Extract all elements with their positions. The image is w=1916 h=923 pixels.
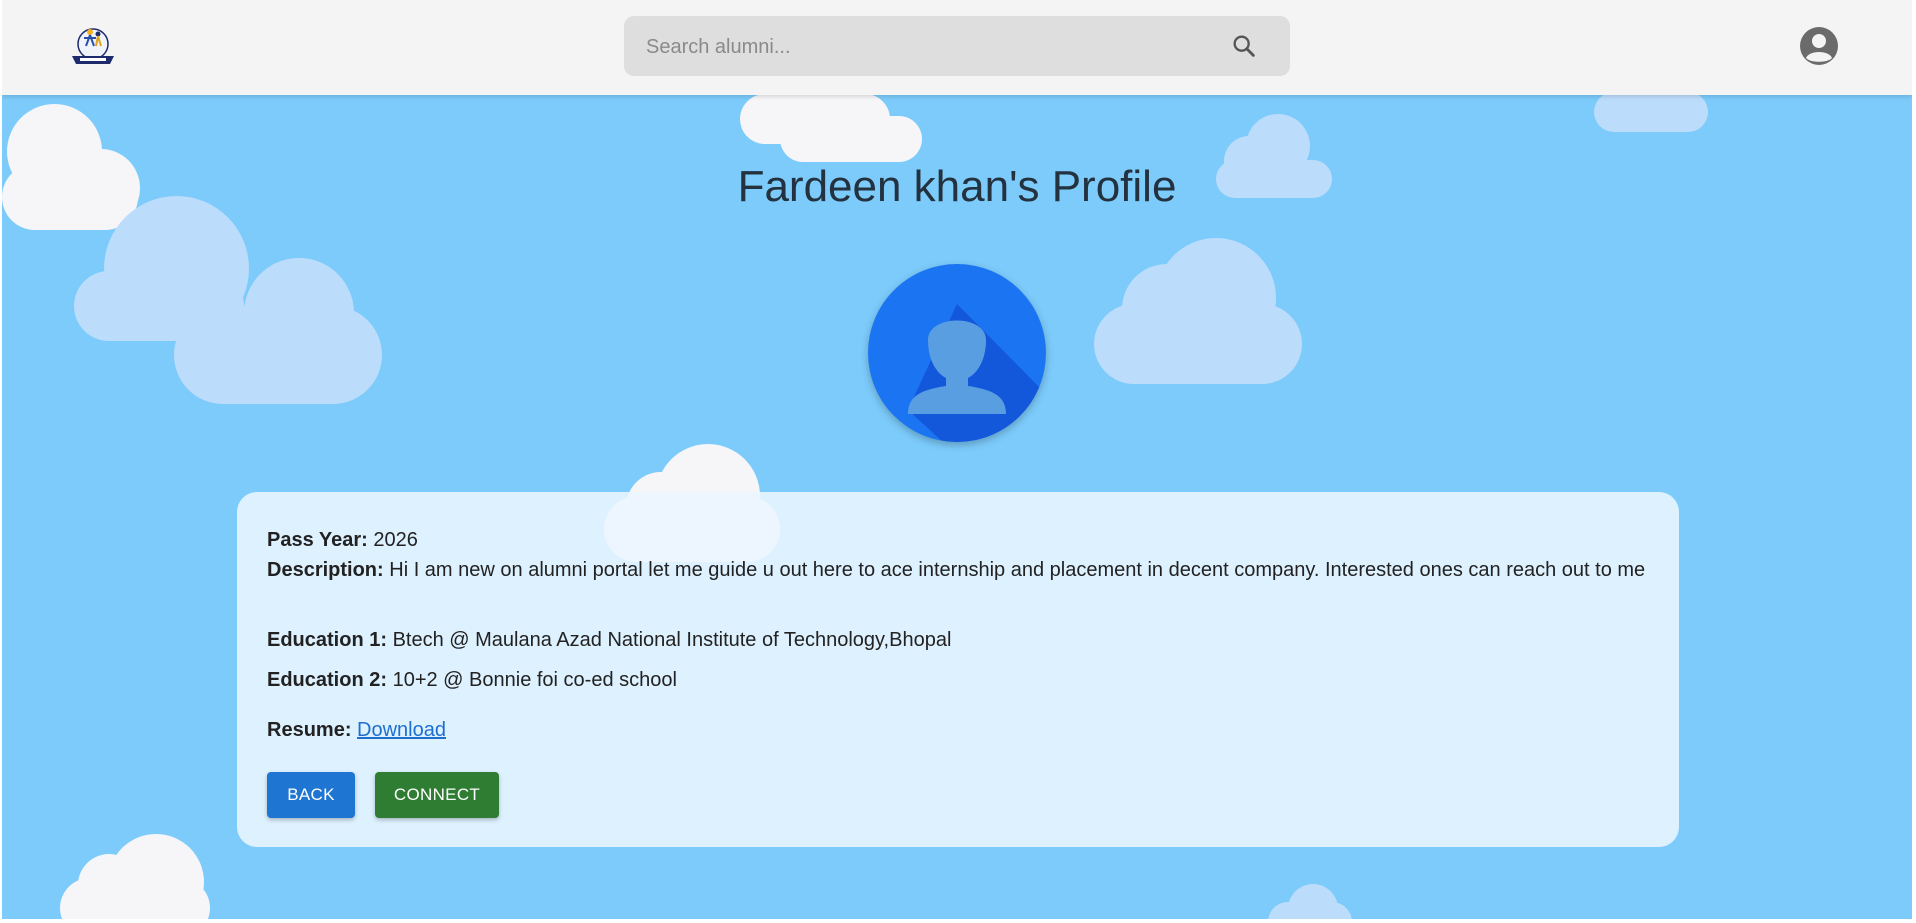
education-1-row: Education 1: Btech @ Maulana Azad Nation… xyxy=(267,625,1657,655)
education-2-label: Education 2: xyxy=(267,669,388,691)
description-row: Description: Hi I am new on alumni porta… xyxy=(267,555,1657,585)
avatar xyxy=(868,264,1046,442)
description-value: Hi I am new on alumni portal let me guid… xyxy=(389,559,1646,581)
cloud-decoration xyxy=(1268,884,1352,919)
connect-button[interactable]: CONNECT xyxy=(375,772,499,818)
account-circle-icon[interactable] xyxy=(1799,26,1839,66)
pass-year-row: Pass Year: 2026 xyxy=(267,525,1657,555)
cloud-decoration xyxy=(60,834,210,919)
search-icon[interactable] xyxy=(1230,32,1258,60)
resume-label: Resume: xyxy=(267,719,352,741)
cloud-decoration xyxy=(740,86,922,162)
resume-download-link[interactable]: Download xyxy=(357,719,446,741)
user-silhouette-icon xyxy=(868,264,1046,442)
education-1-value: Btech @ Maulana Azad National Institute … xyxy=(392,629,952,651)
pass-year-label: Pass Year: xyxy=(267,529,368,551)
search-input[interactable] xyxy=(644,16,1228,78)
back-button[interactable]: BACK xyxy=(267,772,355,818)
search-bar xyxy=(624,16,1290,78)
cloud-decoration xyxy=(1594,92,1708,132)
page: Fardeen khan's Profile Pass Year: 2026 D… xyxy=(2,0,1912,919)
education-2-value: 10+2 @ Bonnie foi co-ed school xyxy=(392,669,677,691)
profile-details-card: Pass Year: 2026 Description: Hi I am new… xyxy=(237,492,1679,847)
education-2-row: Education 2: 10+2 @ Bonnie foi co-ed sch… xyxy=(267,665,1657,695)
top-navbar xyxy=(2,0,1912,95)
description-label: Description: xyxy=(267,559,384,581)
pass-year-value: 2026 xyxy=(373,529,418,551)
resume-row: Resume: Download xyxy=(267,715,1657,745)
alumni-logo-icon[interactable] xyxy=(68,22,118,70)
cloud-decoration xyxy=(1094,238,1302,384)
page-title: Fardeen khan's Profile xyxy=(737,162,1177,211)
cloud-decoration xyxy=(74,196,382,404)
education-1-label: Education 1: xyxy=(267,629,388,651)
